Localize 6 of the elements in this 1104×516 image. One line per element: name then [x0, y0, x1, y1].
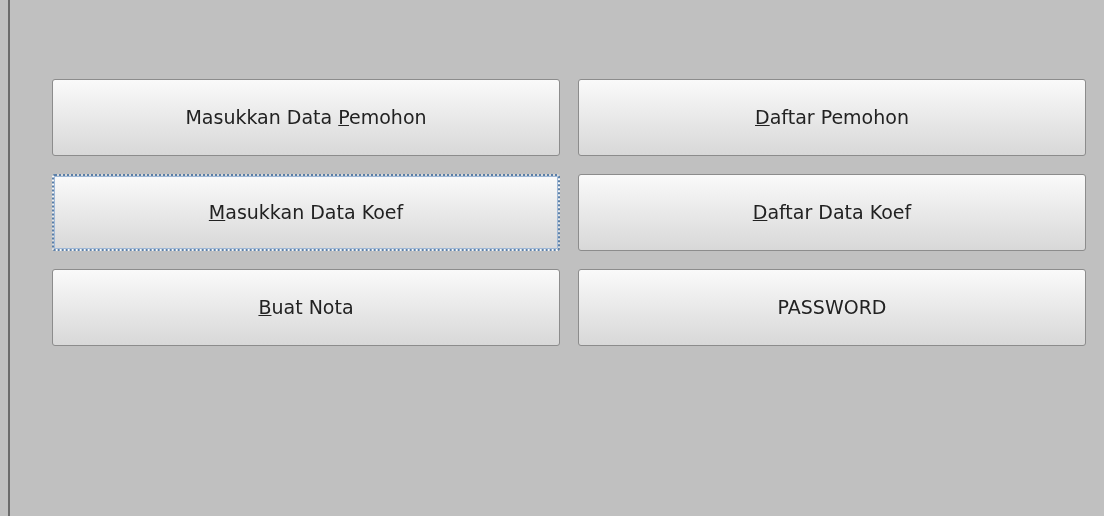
menu-button[interactable]: Masukkan Data Koef: [52, 174, 560, 251]
menu-button[interactable]: Buat Nota: [52, 269, 560, 346]
menu-button[interactable]: Daftar Data Koef: [578, 174, 1086, 251]
menu-button[interactable]: PASSWORD: [578, 269, 1086, 346]
menu-button[interactable]: Daftar Pemohon: [578, 79, 1086, 156]
menu-button[interactable]: Masukkan Data Pemohon: [52, 79, 560, 156]
